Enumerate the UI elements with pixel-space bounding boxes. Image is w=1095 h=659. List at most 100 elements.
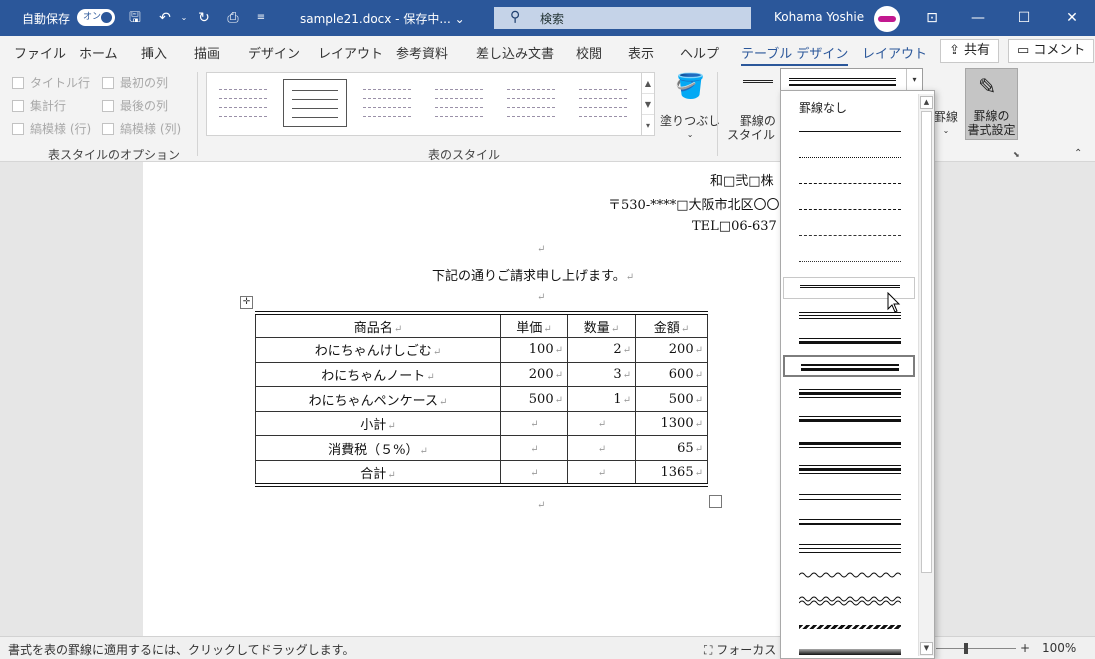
- table-resize-handle[interactable]: [709, 495, 722, 508]
- table-cell[interactable]: わにちゃんけしごむ↵: [255, 337, 501, 363]
- tab-home[interactable]: ホーム: [79, 43, 118, 62]
- tab-table-design[interactable]: テーブル デザイン: [741, 43, 849, 66]
- table-cell[interactable]: ↵: [567, 435, 636, 462]
- table-cell[interactable]: ↵: [567, 460, 636, 486]
- table-styles-gallery[interactable]: [206, 72, 643, 136]
- line-style-option[interactable]: [783, 408, 915, 430]
- user-name[interactable]: Kohama Yoshie: [774, 10, 864, 24]
- line-style-option-3d[interactable]: [783, 643, 915, 658]
- invoice-table[interactable]: 商品名↵ 単価↵ 数量↵ 金額↵ わにちゃんけしごむ↵ 100↵ 2↵ 200↵…: [255, 311, 708, 488]
- save-icon[interactable]: 🖫: [126, 9, 144, 27]
- header-cell[interactable]: 商品名↵: [255, 312, 501, 339]
- checkbox-header-row[interactable]: タイトル行: [12, 74, 90, 91]
- tab-design[interactable]: デザイン: [248, 43, 300, 62]
- table-cell[interactable]: 3↵: [567, 361, 636, 388]
- line-style-option[interactable]: [783, 460, 915, 482]
- close-icon[interactable]: ✕: [1049, 0, 1095, 36]
- dropdown-scrollbar[interactable]: ▲ ▼: [918, 94, 934, 656]
- table-cell[interactable]: ↵: [500, 435, 568, 462]
- gallery-down-icon[interactable]: ▼: [642, 94, 654, 115]
- zoom-level[interactable]: 100%: [1042, 641, 1076, 655]
- table-cell[interactable]: 1365↵: [635, 460, 708, 486]
- maximize-icon[interactable]: ☐: [1001, 0, 1047, 36]
- tab-references[interactable]: 参考資料: [396, 43, 448, 62]
- table-cell[interactable]: 200↵: [635, 337, 708, 363]
- autosave-toggle[interactable]: オン: [77, 9, 115, 26]
- tab-draw[interactable]: 描画: [194, 43, 220, 62]
- vertical-scrollbar[interactable]: [935, 162, 1095, 636]
- border-painter-button[interactable]: ✎ 罫線の 書式設定: [965, 68, 1018, 140]
- table-cell[interactable]: 小計↵: [255, 410, 501, 437]
- line-style-option[interactable]: [783, 434, 915, 456]
- checkbox-total-row[interactable]: 集計行: [12, 97, 66, 114]
- table-cell[interactable]: わにちゃんノート↵: [255, 361, 501, 388]
- table-cell[interactable]: 合計↵: [255, 460, 501, 486]
- collapse-ribbon-icon[interactable]: ⌃: [1074, 148, 1082, 159]
- header-cell[interactable]: 金額↵: [635, 312, 708, 339]
- table-cell[interactable]: わにちゃんペンケース↵: [255, 386, 501, 412]
- tab-review[interactable]: 校閲: [576, 43, 602, 62]
- undo-dropdown-icon[interactable]: ⌄: [175, 9, 193, 27]
- scroll-up-icon[interactable]: ▲: [920, 96, 933, 109]
- tab-insert[interactable]: 挿入: [141, 43, 167, 62]
- checkbox-banded-rows[interactable]: 縞模様 (行): [12, 120, 91, 137]
- line-style-option[interactable]: [783, 487, 915, 509]
- tab-layout[interactable]: レイアウト: [318, 43, 383, 62]
- minimize-icon[interactable]: —: [955, 0, 1001, 36]
- customize-toolbar-icon[interactable]: ≡: [252, 9, 270, 27]
- table-cell[interactable]: 65↵: [635, 435, 708, 462]
- gallery-up-icon[interactable]: ▲: [642, 73, 654, 94]
- header-cell[interactable]: 数量↵: [567, 312, 636, 339]
- table-style-thumb[interactable]: [571, 79, 635, 127]
- line-style-option[interactable]: [783, 146, 915, 168]
- chevron-down-icon[interactable]: ▾: [906, 69, 922, 91]
- tab-file[interactable]: ファイル: [14, 43, 66, 62]
- checkbox-last-column[interactable]: 最後の列: [102, 97, 168, 114]
- table-cell[interactable]: ↵: [567, 410, 636, 437]
- line-style-option[interactable]: [783, 224, 915, 246]
- line-style-option[interactable]: [783, 250, 915, 272]
- redo-icon[interactable]: ↻: [195, 9, 213, 27]
- line-style-option-none[interactable]: 罫線なし: [783, 95, 915, 117]
- table-cell[interactable]: ↵: [500, 410, 568, 437]
- scroll-down-icon[interactable]: ▼: [920, 642, 933, 655]
- undo-icon[interactable]: ↶: [156, 9, 174, 27]
- line-style-option-dash-dot-stroked[interactable]: [783, 617, 915, 639]
- print-preview-icon[interactable]: ⎙: [224, 9, 242, 27]
- zoom-in-icon[interactable]: +: [1020, 641, 1030, 655]
- line-style-option-double-wavy[interactable]: [783, 591, 915, 613]
- table-cell[interactable]: 消費税（５%）↵: [255, 435, 501, 462]
- table-style-thumb[interactable]: [427, 79, 491, 127]
- checkbox-first-column[interactable]: 最初の列: [102, 74, 168, 91]
- borders-button[interactable]: 罫線 ⌄: [934, 96, 958, 138]
- line-style-option[interactable]: [783, 172, 915, 194]
- line-style-option-selected[interactable]: [783, 355, 915, 377]
- focus-mode-button[interactable]: ⛶ フォーカス: [704, 641, 776, 658]
- table-style-thumb[interactable]: [355, 79, 419, 127]
- search-box[interactable]: ⚲ 検索: [494, 7, 751, 29]
- tab-mailings[interactable]: 差し込み文書: [476, 43, 554, 62]
- shading-button[interactable]: 🪣 塗りつぶし ⌄: [660, 70, 720, 142]
- line-style-option[interactable]: [783, 382, 915, 404]
- table-cell[interactable]: 600↵: [635, 361, 708, 388]
- scrollbar-thumb[interactable]: [921, 111, 932, 573]
- line-style-option-wavy[interactable]: [783, 565, 915, 587]
- table-move-handle-icon[interactable]: ✛: [240, 296, 253, 309]
- document-title[interactable]: sample21.docx - 保存中... ⌄: [300, 10, 465, 27]
- table-cell[interactable]: 100↵: [500, 337, 568, 363]
- line-style-dropdown[interactable]: ▾: [780, 68, 923, 92]
- share-button[interactable]: ⇪ 共有: [940, 39, 1000, 63]
- table-cell[interactable]: 500↵: [500, 386, 568, 412]
- table-style-thumb[interactable]: [499, 79, 563, 127]
- dialog-launcher-icon[interactable]: ⬊: [1013, 150, 1020, 159]
- avatar[interactable]: [874, 6, 900, 32]
- table-style-thumb[interactable]: [211, 79, 275, 127]
- table-cell[interactable]: 1↵: [567, 386, 636, 412]
- checkbox-banded-columns[interactable]: 縞模様 (列): [102, 120, 181, 137]
- tab-help[interactable]: ヘルプ: [680, 43, 719, 62]
- line-style-option[interactable]: [783, 539, 915, 561]
- header-cell[interactable]: 単価↵: [500, 312, 568, 339]
- gallery-scroll[interactable]: ▲ ▼ ▾: [641, 72, 655, 136]
- table-cell[interactable]: 500↵: [635, 386, 708, 412]
- comment-button[interactable]: ▭ コメント: [1008, 39, 1095, 63]
